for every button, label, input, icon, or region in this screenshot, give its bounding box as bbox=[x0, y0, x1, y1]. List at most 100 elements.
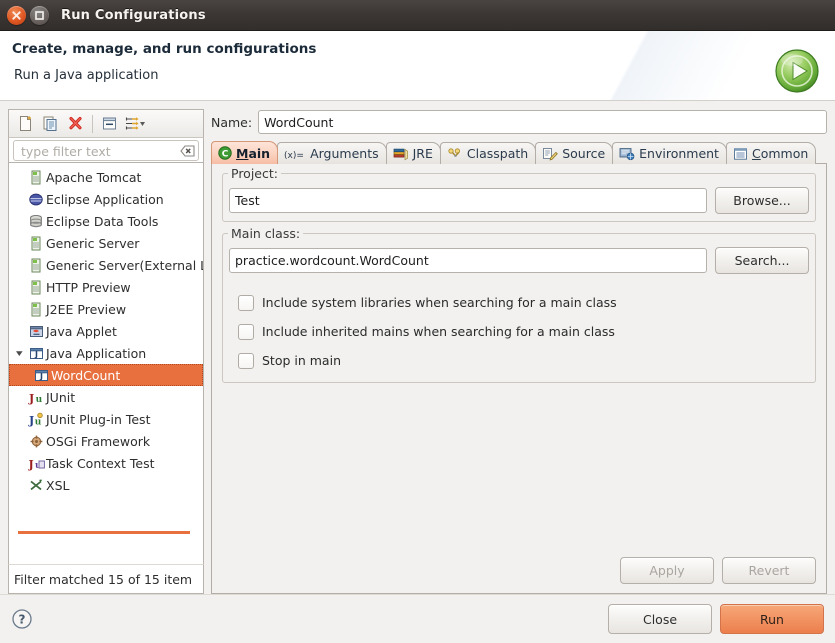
main-class-options: Include system libraries when searching … bbox=[238, 288, 809, 375]
junit-plugin-icon: Ju bbox=[26, 412, 46, 427]
xsl-icon bbox=[26, 478, 46, 493]
close-button[interactable]: Close bbox=[608, 604, 712, 634]
tree-item[interactable]: Java Applet bbox=[9, 320, 203, 342]
tree-item[interactable]: HTTP Preview bbox=[9, 276, 203, 298]
name-row: Name: bbox=[211, 109, 827, 135]
java-application-icon: J bbox=[31, 368, 51, 383]
main-tab-icon: C bbox=[218, 146, 232, 160]
configurations-pane: Apache Tomcat Eclipse Application Eclipse … bbox=[8, 109, 204, 594]
filter-area bbox=[8, 137, 204, 163]
chevron-down-icon[interactable] bbox=[13, 349, 26, 358]
checkbox-label: Stop in main bbox=[262, 353, 341, 368]
tab-label: Classpath bbox=[466, 146, 529, 161]
tab-main[interactable]: C Main bbox=[211, 141, 279, 164]
tree-item-label: Eclipse Data Tools bbox=[46, 213, 159, 229]
environment-tab-icon bbox=[619, 147, 635, 161]
svg-text:?: ? bbox=[19, 612, 26, 626]
maximize-icon[interactable] bbox=[30, 5, 49, 25]
apply-button[interactable]: Apply bbox=[620, 557, 714, 584]
tab-label: Main bbox=[236, 145, 271, 161]
tree-item[interactable]: Ju Task Context Test bbox=[9, 452, 203, 474]
osgi-icon bbox=[26, 434, 46, 449]
java-applet-icon bbox=[26, 324, 46, 339]
configuration-name-input[interactable] bbox=[258, 110, 827, 134]
apply-revert-row: Apply Revert bbox=[620, 557, 816, 584]
duplicate-configuration-icon[interactable] bbox=[38, 112, 63, 136]
tab-classpath[interactable]: Classpath bbox=[439, 142, 537, 164]
tree-item-label: Generic Server(External Launch) bbox=[46, 257, 203, 273]
tab-arguments[interactable]: (x)= Arguments bbox=[277, 142, 387, 164]
run-launch-icon bbox=[773, 47, 821, 95]
filter-status-text: Filter matched 15 of 15 item bbox=[8, 564, 204, 594]
server-icon bbox=[26, 236, 46, 251]
close-icon[interactable] bbox=[7, 5, 26, 25]
configurations-tree[interactable]: Apache Tomcat Eclipse Application Eclipse … bbox=[8, 163, 204, 564]
tree-item[interactable]: Ju JUnit Plug-in Test bbox=[9, 408, 203, 430]
task-context-icon: Ju bbox=[26, 456, 46, 471]
dialog-body: Apache Tomcat Eclipse Application Eclipse … bbox=[0, 101, 835, 594]
tree-item-selected[interactable]: J WordCount bbox=[9, 364, 203, 386]
svg-text:(x)=: (x)= bbox=[284, 151, 304, 161]
tree-item[interactable]: Generic Server bbox=[9, 232, 203, 254]
svg-text:J: J bbox=[28, 458, 34, 471]
tree-item[interactable]: J2EE Preview bbox=[9, 298, 203, 320]
checkbox-row[interactable]: Include system libraries when searching … bbox=[238, 288, 809, 317]
tree-item-label: XSL bbox=[46, 477, 70, 493]
project-input[interactable] bbox=[229, 188, 707, 213]
tab-environment[interactable]: Environment bbox=[612, 142, 727, 164]
tree-item[interactable]: Apache Tomcat bbox=[9, 166, 203, 188]
collapse-all-icon[interactable] bbox=[97, 112, 122, 136]
database-icon bbox=[26, 214, 46, 229]
browse-button[interactable]: Browse... bbox=[715, 187, 809, 214]
tab-common[interactable]: Common bbox=[725, 142, 817, 164]
tree-item[interactable]: XSL bbox=[9, 474, 203, 496]
search-button[interactable]: Search... bbox=[715, 247, 809, 274]
filter-configurations-icon[interactable] bbox=[122, 112, 147, 136]
tree-item[interactable]: Ju JUnit bbox=[9, 386, 203, 408]
server-icon bbox=[26, 302, 46, 317]
checkbox-label: Include system libraries when searching … bbox=[262, 295, 617, 310]
tab-jre[interactable]: JRE bbox=[385, 142, 441, 164]
help-icon[interactable]: ? bbox=[11, 608, 33, 630]
name-label: Name: bbox=[211, 114, 253, 130]
tree-item-label: WordCount bbox=[51, 367, 121, 383]
main-class-group: Main class: Search... Include system lib… bbox=[222, 226, 816, 383]
checkbox[interactable] bbox=[238, 352, 254, 369]
tree-item-label: Generic Server bbox=[46, 235, 140, 251]
window-title: Run Configurations bbox=[61, 7, 206, 23]
tree-item-label: OSGi Framework bbox=[46, 433, 151, 449]
checkbox-row[interactable]: Include inherited mains when searching f… bbox=[238, 317, 809, 346]
svg-text:J: J bbox=[28, 414, 34, 427]
clear-icon[interactable] bbox=[180, 144, 195, 161]
java-application-icon: J bbox=[26, 346, 46, 361]
project-label: Project: bbox=[228, 166, 281, 181]
main-class-input[interactable] bbox=[229, 248, 707, 273]
tree-item[interactable]: Eclipse Application bbox=[9, 188, 203, 210]
tree-item[interactable]: OSGi Framework bbox=[9, 430, 203, 452]
dialog-footer: ? Close Run bbox=[0, 594, 835, 643]
tab-bar[interactable]: C Main (x)= Arguments JRE Classpath Source Envi… bbox=[211, 141, 827, 164]
server-icon bbox=[26, 170, 46, 185]
tree-item[interactable]: Eclipse Data Tools bbox=[9, 210, 203, 232]
jre-tab-icon bbox=[393, 147, 409, 161]
run-button[interactable]: Run bbox=[720, 604, 824, 634]
checkbox[interactable] bbox=[238, 294, 254, 311]
junit-icon: Ju bbox=[26, 390, 46, 405]
revert-button[interactable]: Revert bbox=[722, 557, 816, 584]
main-tab-panel: Project: Browse... Main class: Search...… bbox=[211, 163, 827, 594]
search-input[interactable] bbox=[19, 141, 173, 162]
svg-text:C: C bbox=[222, 150, 229, 160]
tab-source[interactable]: Source bbox=[535, 142, 614, 164]
tree-item-label: HTTP Preview bbox=[46, 279, 131, 295]
checkbox-row[interactable]: Stop in main bbox=[238, 346, 809, 375]
checkbox[interactable] bbox=[238, 323, 254, 340]
checkbox-label: Include inherited mains when searching f… bbox=[262, 324, 615, 339]
new-configuration-icon[interactable] bbox=[13, 112, 38, 136]
toolbar-separator bbox=[92, 114, 93, 133]
page-subtitle: Run a Java application bbox=[14, 68, 159, 83]
tree-item-label: Java Applet bbox=[46, 323, 117, 339]
delete-configuration-icon[interactable] bbox=[63, 112, 88, 136]
svg-text:J: J bbox=[39, 372, 43, 381]
tree-item[interactable]: J Java Application bbox=[9, 342, 203, 364]
tree-item[interactable]: Generic Server(External Launch) bbox=[9, 254, 203, 276]
